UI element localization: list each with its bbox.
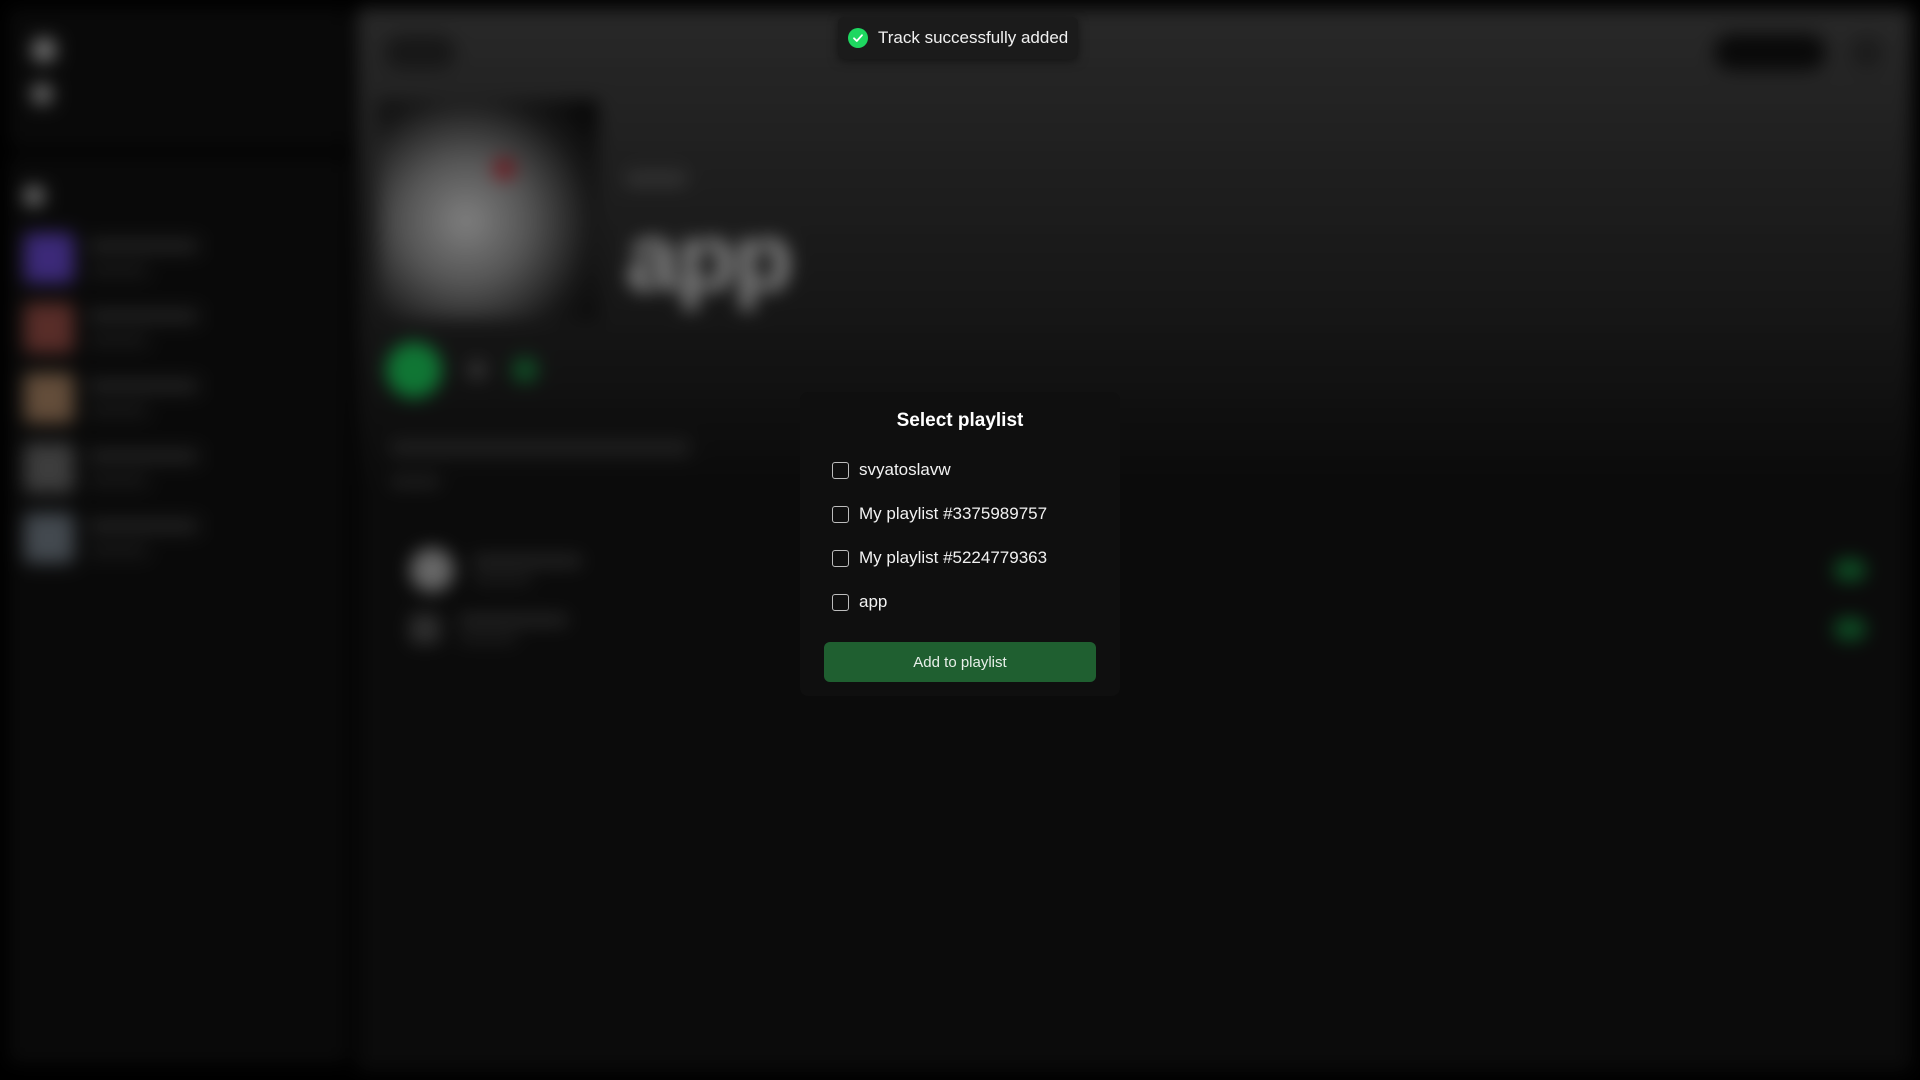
library-icon xyxy=(24,186,44,206)
playlist-cover xyxy=(378,100,598,320)
sidebar-nav xyxy=(8,8,348,148)
library-item xyxy=(24,300,332,356)
track-thumb xyxy=(410,614,440,644)
success-toast: Track successfully added xyxy=(838,17,1078,59)
track-row xyxy=(390,614,1890,644)
option-label: app xyxy=(859,592,888,611)
checkbox[interactable] xyxy=(832,461,849,479)
track-row xyxy=(390,548,1890,592)
dialog-title: Select playlist xyxy=(896,410,1024,431)
library-thumb xyxy=(24,443,74,493)
playlist-title: app xyxy=(626,204,793,311)
track-add-icon xyxy=(1834,618,1866,640)
main-topbar xyxy=(356,8,1912,96)
library-thumb xyxy=(24,513,74,563)
library-thumb xyxy=(24,303,74,353)
option-label: My playlist #3375989757 xyxy=(859,504,1048,523)
toast-message: Track successfully added xyxy=(878,28,1069,47)
library-item xyxy=(24,230,332,286)
add-icon xyxy=(512,357,538,383)
shuffle-icon xyxy=(468,361,486,379)
playlist-option-app[interactable]: app xyxy=(824,580,1096,624)
home-icon xyxy=(32,38,56,62)
checkmark-icon xyxy=(853,34,863,42)
top-pill-button xyxy=(1714,34,1826,70)
playlist-kind xyxy=(626,172,791,188)
library-thumb xyxy=(24,373,74,423)
sidebar-item-home xyxy=(32,28,324,72)
option-label: svyatoslavw xyxy=(859,460,951,479)
check-circle-icon xyxy=(848,28,868,48)
playlist-option-svyatoslavw[interactable]: svyatoslavw xyxy=(824,448,1096,492)
add-to-playlist-button[interactable]: Add to playlist xyxy=(824,642,1096,682)
playlist-info xyxy=(390,440,690,508)
checkbox[interactable] xyxy=(832,593,849,611)
nav-arrows xyxy=(384,35,456,69)
playlist-actions xyxy=(386,342,538,398)
avatar xyxy=(1850,35,1884,69)
checkbox[interactable] xyxy=(832,549,849,567)
sidebar xyxy=(8,8,348,1072)
library-header xyxy=(24,176,332,216)
select-playlist-dialog: Select playlist svyatoslavw My playlist … xyxy=(800,392,1120,696)
playlist-options: svyatoslavw My playlist #3375989757 My p… xyxy=(824,448,1096,624)
library-item xyxy=(24,510,332,566)
playlist-option-3375989757[interactable]: My playlist #3375989757 xyxy=(824,492,1096,536)
library-panel xyxy=(8,156,348,1064)
search-icon xyxy=(32,84,52,104)
main-panel: app xyxy=(356,8,1912,1072)
library-item xyxy=(24,370,332,426)
play-button xyxy=(386,342,442,398)
library-item xyxy=(24,440,332,496)
playlist-hero: app xyxy=(378,100,793,320)
checkbox[interactable] xyxy=(832,505,849,523)
track-add-icon xyxy=(1834,559,1866,581)
sidebar-item-search xyxy=(32,72,324,116)
option-label: My playlist #5224779363 xyxy=(859,548,1048,567)
library-thumb xyxy=(24,233,74,283)
track-thumb xyxy=(410,548,454,592)
playlist-option-5224779363[interactable]: My playlist #5224779363 xyxy=(824,536,1096,580)
